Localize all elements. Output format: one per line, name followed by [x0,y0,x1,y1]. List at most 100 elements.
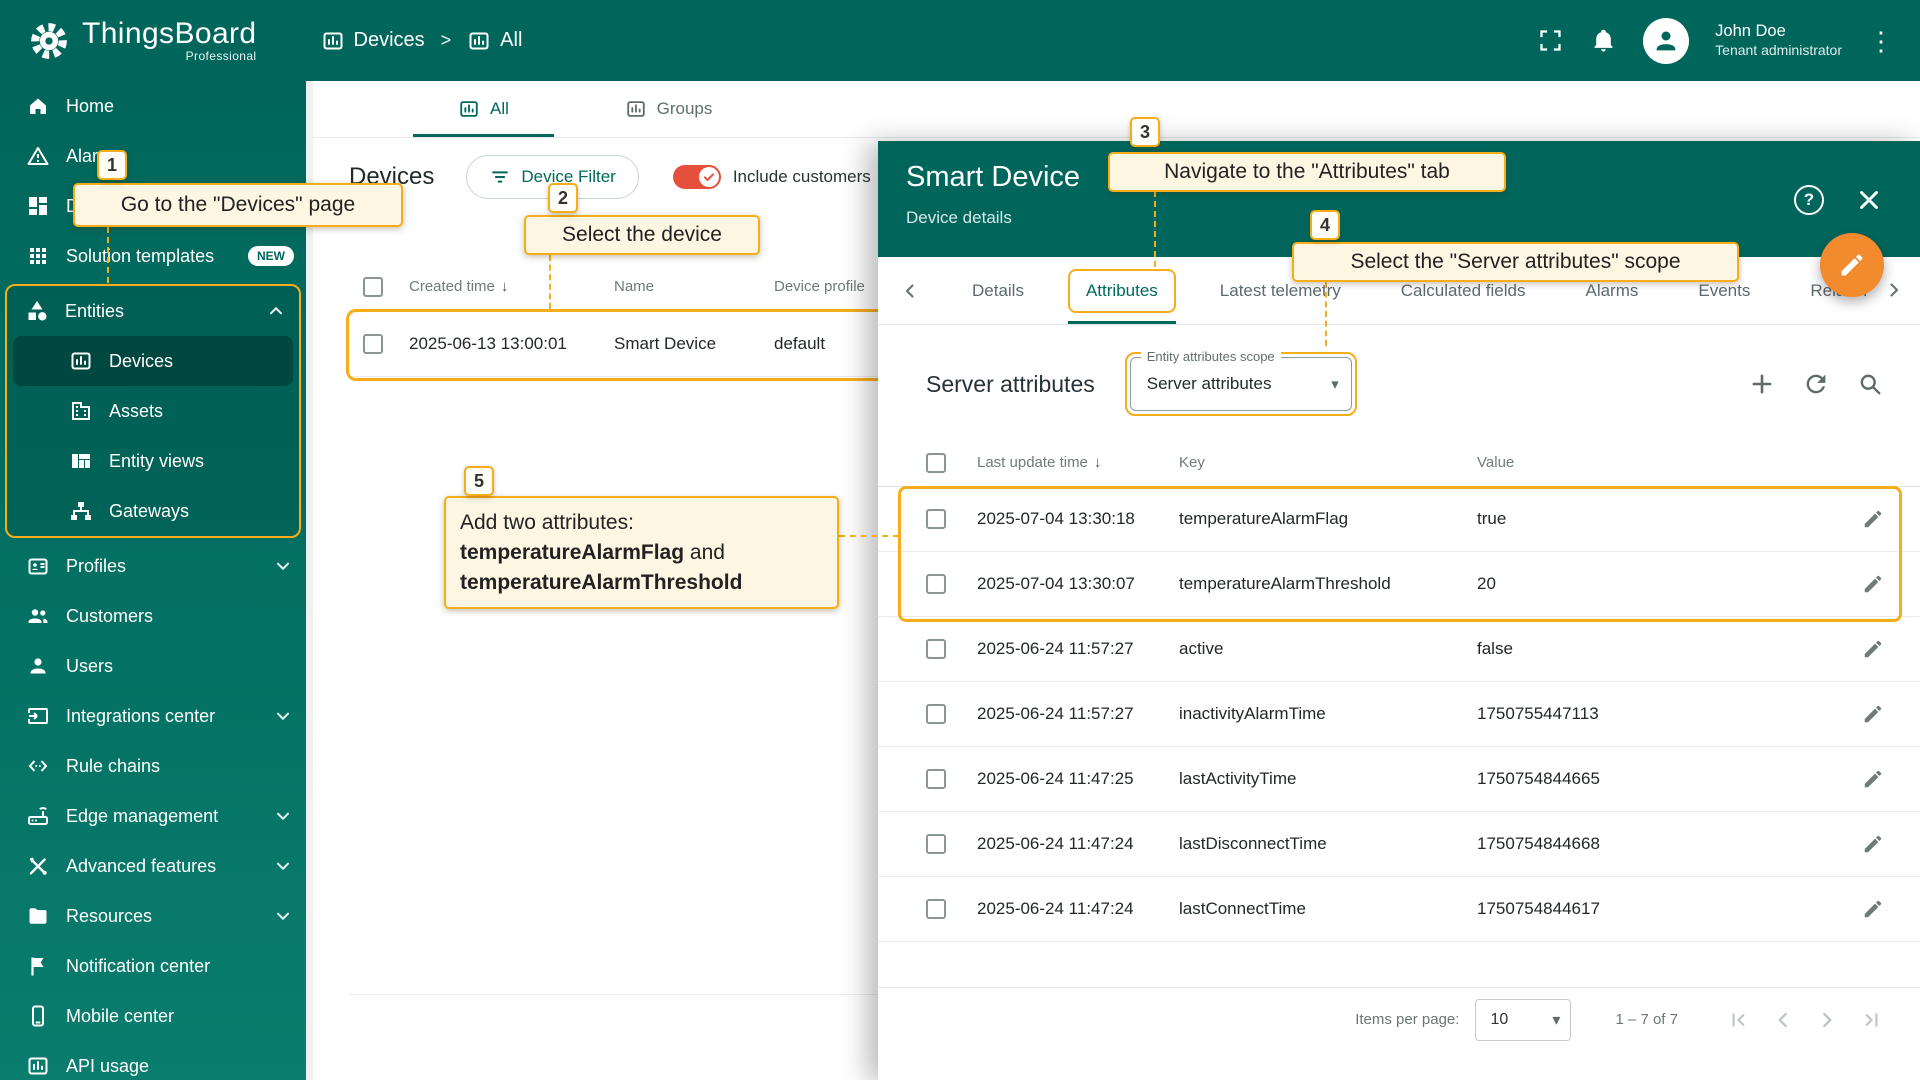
more-menu-button[interactable]: ⋮ [1868,28,1894,54]
column-last-update-time[interactable]: Last update time ↓ [977,454,1179,471]
solution-templates-icon [26,244,50,268]
breadcrumb-separator: > [440,30,452,50]
step-1-connector [107,227,109,283]
sidebar-item-entities[interactable]: Entities [7,286,299,336]
attribute-row-lastDisconnectTime[interactable]: 2025-06-24 11:47:24 lastDisconnectTime 1… [878,812,1920,877]
pencil-icon [1862,768,1884,790]
items-per-page-select[interactable]: 10 ▾ [1475,998,1572,1041]
attributes-scope-select[interactable]: Entity attributes scope Server attribute… [1129,349,1352,411]
step-3-number: 3 [1130,117,1160,147]
breadcrumb-devices[interactable]: Devices [321,29,425,53]
chevron-down-icon [272,805,294,827]
sidebar-item-customers[interactable]: Customers [0,591,306,641]
edit-attribute-button[interactable] [1862,573,1884,595]
plus-icon [1748,370,1776,398]
sidebar-item-notification-center[interactable]: Notification center [0,941,306,991]
edit-attribute-button[interactable] [1862,703,1884,725]
avatar[interactable] [1643,17,1690,64]
sidebar-item-api-usage[interactable]: API usage [0,1041,306,1080]
tab-details[interactable]: Details [942,257,1054,324]
last-page-button[interactable] [1858,1007,1884,1033]
chevron-right-icon [1882,278,1906,302]
row-checkbox[interactable] [363,333,383,354]
attributes-toolbar: Server attributes Entity attributes scop… [926,347,1884,421]
sidebar-item-users[interactable]: Users [0,641,306,691]
search-button[interactable] [1856,370,1884,398]
api-usage-icon [26,1054,50,1078]
sidebar-item-devices[interactable]: Devices [13,336,293,386]
include-customers-toggle-group: Include customers [672,165,871,189]
user-menu[interactable]: John Doe Tenant administrator [1715,21,1842,59]
attribute-row-inactivityAlarmTime[interactable]: 2025-06-24 11:57:27 inactivityAlarmTime … [878,682,1920,747]
column-key[interactable]: Key [1179,454,1477,471]
sidebar-item-gateways[interactable]: Gateways [7,486,299,536]
add-attribute-button[interactable] [1748,370,1776,398]
row-checkbox[interactable] [926,834,946,854]
sidebar-item-resources[interactable]: Resources [0,891,306,941]
home-icon [26,94,50,118]
sidebar-item-rule-chains[interactable]: Rule chains [0,741,306,791]
next-page-button[interactable] [1814,1007,1840,1033]
sidebar-item-home[interactable]: Home [0,81,306,131]
sidebar-item-solution-templates[interactable]: Solution templates NEW [0,231,306,281]
breadcrumb-all[interactable]: All [467,29,522,53]
row-checkbox[interactable] [926,704,946,724]
sidebar-scrollbar[interactable] [306,81,313,1080]
select-all-checkbox[interactable] [926,452,946,473]
row-checkbox[interactable] [926,574,946,594]
chevron-left-icon [1770,1007,1796,1033]
fullscreen-button[interactable] [1537,27,1564,54]
step-1-callout: Go to the "Devices" page [73,183,403,227]
sidebar-item-edge-management[interactable]: Edge management [0,791,306,841]
step-5-callout: Add two attributes: temperatureAlarmFlag… [444,496,839,609]
last-page-icon [1858,1007,1884,1033]
sidebar-item-entity-views[interactable]: Entity views [7,436,299,486]
attribute-row-lastConnectTime[interactable]: 2025-06-24 11:47:24 lastConnectTime 1750… [878,877,1920,942]
edge-icon [26,804,50,828]
attribute-row-active[interactable]: 2025-06-24 11:57:27 active false [878,617,1920,682]
rule-chains-icon [26,754,50,778]
sidebar-item-integrations-center[interactable]: Integrations center [0,691,306,741]
column-name[interactable]: Name [614,278,774,295]
column-created-time[interactable]: Created time ↓ [409,278,614,295]
devices-icon [321,29,345,53]
notifications-button[interactable] [1590,27,1617,54]
row-checkbox[interactable] [926,899,946,919]
sidebar-item-advanced-features[interactable]: Advanced features [0,841,306,891]
sidebar-item-alarms[interactable]: Alarms [0,131,306,181]
dashboards-icon [26,194,50,218]
select-all-checkbox[interactable] [363,276,383,297]
edit-attribute-button[interactable] [1862,898,1884,920]
row-checkbox[interactable] [926,769,946,789]
sidebar-item-assets[interactable]: Assets [7,386,299,436]
include-customers-toggle[interactable] [672,165,721,189]
first-page-button[interactable] [1726,1007,1752,1033]
tab-all[interactable]: All [391,81,576,137]
help-button[interactable]: ? [1794,185,1824,215]
row-checkbox[interactable] [926,639,946,659]
step-1-number: 1 [97,150,127,180]
edit-attribute-button[interactable] [1862,833,1884,855]
refresh-button[interactable] [1802,370,1830,398]
edit-attribute-button[interactable] [1862,638,1884,660]
refresh-icon [1802,370,1830,398]
attributes-table-header: Last update time ↓ Key Value [878,439,1920,487]
previous-page-button[interactable] [1770,1007,1796,1033]
attribute-row-temperatureAlarmFlag[interactable]: 2025-07-04 13:30:18 temperatureAlarmFlag… [878,487,1920,552]
dropdown-caret-icon: ▾ [1331,376,1339,393]
row-checkbox[interactable] [926,509,946,529]
column-value[interactable]: Value [1477,454,1810,471]
tab-groups[interactable]: Groups [576,81,761,137]
edit-attribute-button[interactable] [1862,508,1884,530]
close-button[interactable] [1854,185,1884,215]
attribute-row-temperatureAlarmThreshold[interactable]: 2025-07-04 13:30:07 temperatureAlarmThre… [878,552,1920,617]
help-icon: ? [1794,185,1824,215]
profiles-icon [26,554,50,578]
edit-attribute-button[interactable] [1862,768,1884,790]
attribute-row-lastActivityTime[interactable]: 2025-06-24 11:47:25 lastActivityTime 175… [878,747,1920,812]
sidebar-item-profiles[interactable]: Profiles [0,541,306,591]
edit-device-fab[interactable] [1820,233,1884,297]
sidebar-item-mobile-center[interactable]: Mobile center [0,991,306,1041]
tab-attributes[interactable]: Attributes [1054,257,1190,324]
tabs-scroll-left[interactable] [878,279,942,303]
